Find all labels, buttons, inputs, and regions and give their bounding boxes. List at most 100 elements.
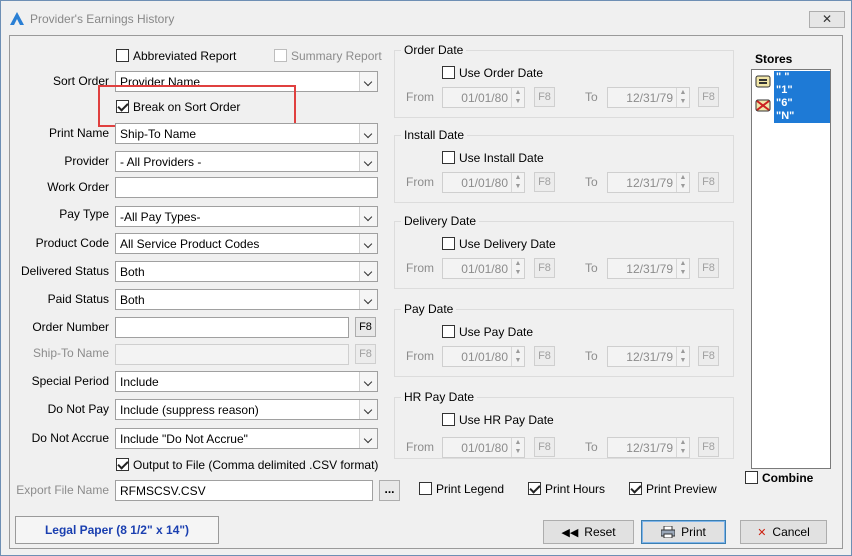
store-item[interactable]: "6" [774,97,830,110]
product-code-select[interactable]: All Service Product Codes [115,233,378,254]
paper-size-button[interactable]: Legal Paper (8 1/2" x 14") [15,516,219,544]
chevron-down-icon[interactable] [359,152,377,171]
chevron-down-icon[interactable] [359,262,377,281]
chevron-down-icon[interactable] [359,372,377,391]
chevron-down-icon[interactable] [359,429,377,448]
delivery-date-from-input[interactable]: 01/01/80 ▲ ▼ [442,258,525,279]
pay-date-to-value: 12/31/79 [626,350,673,364]
delivery-date-to-input[interactable]: 12/31/79 ▲ ▼ [607,258,690,279]
combine-box[interactable] [745,471,758,484]
paid-status-select[interactable]: Both [115,289,378,310]
provider-select[interactable]: - All Providers - [115,151,378,172]
delivery-date-from-f8-button[interactable]: F8 [534,258,555,278]
print-preview-checkbox[interactable]: Print Preview [629,482,717,496]
spinner-icon[interactable]: ▲ ▼ [511,259,524,278]
hr-pay-date-box[interactable] [442,413,455,426]
install-date-to-f8-button[interactable]: F8 [698,172,719,192]
cancel-button[interactable]: ✕ Cancel [740,520,827,544]
output-to-file-checkbox[interactable]: Output to File (Comma delimited .CSV for… [116,458,378,472]
print-hours-checkbox[interactable]: Print Hours [528,482,605,496]
close-button[interactable]: ✕ [809,11,845,28]
order-date-checkbox[interactable]: Use Order Date [442,66,543,80]
print-hours-box[interactable] [528,482,541,495]
pay-date-from-f8-button[interactable]: F8 [534,346,555,366]
combine-checkbox[interactable]: Combine [745,471,813,485]
spinner-icon[interactable]: ▲ ▼ [676,259,689,278]
hr-pay-date-from-f8-button[interactable]: F8 [534,437,555,457]
abbreviated-report-checkbox[interactable]: Abbreviated Report [116,49,236,63]
order-number-input[interactable] [115,317,349,338]
spinner-icon[interactable]: ▲ ▼ [676,347,689,366]
do-not-pay-select[interactable]: Include (suppress reason) [115,399,378,420]
install-date-checkbox[interactable]: Use Install Date [442,151,544,165]
export-file-name-input[interactable]: RFMSCSV.CSV [115,480,373,501]
install-date-box[interactable] [442,151,455,164]
browse-button[interactable]: ... [379,480,400,501]
do-not-accrue-select[interactable]: Include "Do Not Accrue" [115,428,378,449]
spinner-icon[interactable]: ▲ ▼ [676,438,689,457]
install-date-to-input[interactable]: 12/31/79 ▲ ▼ [607,172,690,193]
delivery-date-from-value: 01/01/80 [461,262,508,276]
order-date-to-input[interactable]: 12/31/79 ▲ ▼ [607,87,690,108]
order-date-from-f8-button[interactable]: F8 [534,87,555,107]
pay-date-checkbox[interactable]: Use Pay Date [442,325,533,339]
spinner-icon[interactable]: ▲ ▼ [511,347,524,366]
special-period-select[interactable]: Include [115,371,378,392]
chevron-down-icon[interactable] [359,234,377,253]
spinner-icon[interactable]: ▲ ▼ [676,173,689,192]
order-date-box[interactable] [442,66,455,79]
print-name-value: Ship-To Name [120,127,197,141]
hr-pay-date-from-input[interactable]: 01/01/80 ▲ ▼ [442,437,525,458]
ship-to-name-f8-button[interactable]: F8 [355,344,376,364]
hr-pay-date-to-input[interactable]: 12/31/79 ▲ ▼ [607,437,690,458]
summary-report-checkbox[interactable]: Summary Report [274,49,382,63]
delivery-date-box[interactable] [442,237,455,250]
delivered-status-select[interactable]: Both [115,261,378,282]
cancel-x-icon: ✕ [757,527,767,539]
hr-pay-date-checkbox[interactable]: Use HR Pay Date [442,413,554,427]
pay-date-to-input[interactable]: 12/31/79 ▲ ▼ [607,346,690,367]
output-to-file-box[interactable] [116,458,129,471]
pay-type-value: -All Pay Types- [120,210,201,224]
to-label: To [585,349,598,363]
reset-button[interactable]: ◀◀ Reset [543,520,634,544]
pay-date-box[interactable] [442,325,455,338]
summary-report-box[interactable] [274,49,287,62]
print-preview-box[interactable] [629,482,642,495]
chevron-down-icon[interactable] [359,72,377,91]
abbreviated-report-box[interactable] [116,49,129,62]
print-button[interactable]: Print [641,520,726,544]
delivered-status-value: Both [120,265,145,279]
pay-type-select[interactable]: -All Pay Types- [115,206,378,227]
install-date-from-input[interactable]: 01/01/80 ▲ ▼ [442,172,525,193]
delivery-date-to-f8-button[interactable]: F8 [698,258,719,278]
install-date-from-f8-button[interactable]: F8 [534,172,555,192]
chevron-down-icon[interactable] [359,290,377,309]
hr-pay-date-to-f8-button[interactable]: F8 [698,437,719,457]
order-date-from-input[interactable]: 01/01/80 ▲ ▼ [442,87,525,108]
spinner-icon[interactable]: ▲ ▼ [511,88,524,107]
spinner-icon[interactable]: ▲ ▼ [511,173,524,192]
print-legend-box[interactable] [419,482,432,495]
delivery-date-checkbox[interactable]: Use Delivery Date [442,237,556,251]
print-legend-checkbox[interactable]: Print Legend [419,482,504,496]
order-number-f8-button[interactable]: F8 [355,317,376,337]
spinner-icon[interactable]: ▲ ▼ [511,438,524,457]
store-item[interactable]: " " [774,71,830,84]
chevron-down-icon[interactable] [359,207,377,226]
chevron-down-icon[interactable] [359,124,377,143]
provider-value: - All Providers - [120,155,202,169]
ship-to-name-input[interactable] [115,344,349,365]
spinner-icon[interactable]: ▲ ▼ [676,88,689,107]
print-name-select[interactable]: Ship-To Name [115,123,378,144]
product-code-label: Product Code [35,236,109,250]
chevron-down-icon[interactable] [359,400,377,419]
work-order-input[interactable] [115,177,378,198]
pay-date-from-input[interactable]: 01/01/80 ▲ ▼ [442,346,525,367]
stores-list[interactable]: " " "1" "6" "N" [751,69,831,469]
store-item[interactable]: "1" [774,84,830,97]
pay-date-to-f8-button[interactable]: F8 [698,346,719,366]
store-item[interactable]: "N" [774,110,830,123]
hr-pay-date-group: HR Pay Date Use HR Pay Date From 01/01/8… [394,390,734,459]
order-date-to-f8-button[interactable]: F8 [698,87,719,107]
